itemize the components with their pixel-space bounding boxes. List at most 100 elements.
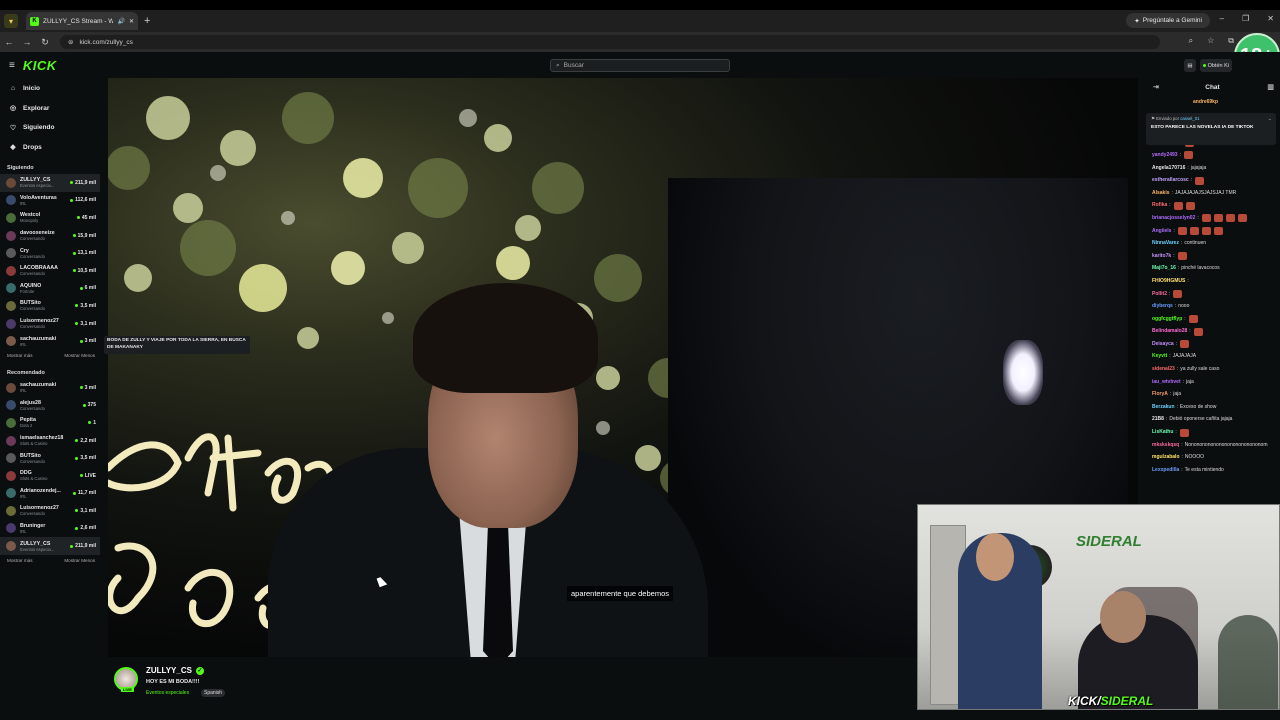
- tab-search-button[interactable]: ▾: [4, 14, 18, 28]
- site-info-icon[interactable]: ⊜: [68, 38, 73, 46]
- layout-icon[interactable]: ▤: [1184, 59, 1196, 72]
- header-actions: ▤ Obtén Ki: [1184, 59, 1232, 72]
- restore-icon[interactable]: ❐: [1242, 14, 1249, 23]
- chat-username[interactable]: Belindamalo28: [1152, 329, 1187, 334]
- sidebar-channel[interactable]: sachauzumaki IRL 3 mil: [0, 332, 100, 350]
- webcam-banner: KICK/SIDERAL: [1068, 694, 1153, 708]
- chat-username[interactable]: Deisayca: [1152, 341, 1174, 347]
- chat-username[interactable]: iau_wtvbvet: [1152, 379, 1181, 385]
- nav-item-inicio[interactable]: ⌂ Inicio: [0, 79, 100, 99]
- chat-separator: :: [1187, 164, 1189, 171]
- chat-username[interactable]: sidenal23: [1152, 367, 1175, 372]
- pinned-collapse-icon[interactable]: ⌄: [1268, 116, 1272, 122]
- sidebar-channel[interactable]: alejus28 Conversando 375: [0, 397, 100, 415]
- reload-icon[interactable]: ↻: [36, 37, 54, 48]
- show-more-button[interactable]: Mostrar más: [7, 353, 33, 358]
- nav-label: Explorar: [23, 104, 50, 112]
- show-less-button[interactable]: Mostrar Menos: [64, 353, 95, 358]
- gemini-label: Pregúntale a Gemini: [1142, 17, 1202, 24]
- chat-text: jaja: [1186, 378, 1194, 385]
- sidebar-channel[interactable]: AQUINO Fortnite 6 mil: [0, 280, 100, 298]
- sidebar-channel[interactable]: ZULLYY_CS Eventos especia... 211,9 mil: [0, 537, 100, 555]
- chat-message: NinnaVarez: continuen: [1145, 237, 1280, 250]
- chat-username[interactable]: andre69kp: [1193, 99, 1218, 105]
- forward-icon[interactable]: →: [18, 37, 36, 47]
- chat-username[interactable]: mgulzabalo: [1152, 455, 1180, 460]
- new-tab-button[interactable]: +: [144, 15, 150, 27]
- sidebar-channel[interactable]: Cry Conversando 13,1 mil: [0, 244, 100, 262]
- sidebar-channel[interactable]: Bruninger IRL 2,6 mil: [0, 520, 100, 538]
- nav-item-drops[interactable]: ◆ Drops: [0, 138, 100, 158]
- nav-item-siguiendo[interactable]: ♡ Siguiendo: [0, 118, 100, 138]
- sidebar-channel[interactable]: ZULLYY_CS Eventos especia... 211,9 mil: [0, 174, 100, 192]
- sidebar-channel[interactable]: BUTSito Conversando 3,5 mil: [0, 449, 100, 467]
- menu-icon[interactable]: ≡: [9, 60, 15, 71]
- chat-username[interactable]: FHIO9HGMUS: [1152, 278, 1185, 284]
- chat-username[interactable]: FloryA: [1152, 392, 1168, 397]
- sidebar-channel[interactable]: sachauzumaki IRL 3 mil: [0, 379, 100, 397]
- close-window-icon[interactable]: ✕: [1267, 14, 1274, 23]
- sidebar-channel[interactable]: Adrianozendej... IRL 11,7 mil: [0, 485, 100, 503]
- sidebar-channel[interactable]: Luisormenoz27 Conversando 3,1 mil: [0, 502, 100, 520]
- zoom-icon[interactable]: ⌕: [1189, 36, 1193, 46]
- chat-username[interactable]: NinnaVarez: [1152, 241, 1179, 246]
- chat-username[interactable]: Alsakis: [1152, 190, 1170, 196]
- chat-username[interactable]: karito7k: [1152, 253, 1171, 259]
- channel-category: Conversando: [20, 405, 45, 411]
- chat-username[interactable]: LisKathu: [1152, 430, 1173, 435]
- chat-message: Alsakis: JAJAJAJAJSJAJSJAJ TMR: [1145, 187, 1280, 200]
- chat-emote-icon: [1193, 327, 1203, 336]
- screen-top-strip: [0, 0, 1280, 10]
- chat-username[interactable]: brianacjosselyn02: [1152, 215, 1195, 221]
- kick-logo[interactable]: KICK: [23, 58, 57, 73]
- chat-separator: :: [1181, 466, 1183, 473]
- bookmark-star-icon[interactable]: ☆: [1207, 36, 1214, 46]
- chat-username[interactable]: Angela170716: [1152, 165, 1185, 171]
- streamer-name[interactable]: ZULLYY_CS: [146, 666, 192, 675]
- chat-username[interactable]: estherallarcosc: [1152, 178, 1189, 183]
- chat-username[interactable]: Berzakun: [1152, 404, 1175, 410]
- chat-username[interactable]: Rofika: [1152, 203, 1167, 208]
- chat-username[interactable]: Angiiels: [1152, 228, 1171, 234]
- gemini-button[interactable]: ✦ Pregúntale a Gemini: [1126, 13, 1210, 28]
- chat-username[interactable]: 21B8: [1152, 417, 1164, 422]
- pinned-user[interactable]: cassel_01: [1180, 116, 1199, 121]
- sidebar-channel[interactable]: davooxeneize Conversando 15,9 mil: [0, 227, 100, 245]
- sidebar-channel[interactable]: Westcol Monopoly 45 mil: [0, 209, 100, 227]
- nav-item-explorar[interactable]: ◎ Explorar: [0, 99, 100, 119]
- chat-username[interactable]: Keyvtt: [1152, 354, 1167, 359]
- sidebar-channel[interactable]: Pepita Dota 2 1: [0, 414, 100, 432]
- chat-username[interactable]: mkskskqsq: [1152, 442, 1179, 448]
- sidebar-channel[interactable]: BUTSito Conversando 3,5 mil: [0, 297, 100, 315]
- chat-username[interactable]: Maji7o_16: [1152, 266, 1176, 271]
- chat-username[interactable]: Lexxpedilla: [1152, 467, 1179, 473]
- stream-category[interactable]: Eventos especiales: [146, 690, 189, 696]
- sidebar-channel[interactable]: DDG Slots & Casino LIVE: [0, 467, 100, 485]
- sidebar-channel[interactable]: LACOBRAAAA Conversando 10,5 mil: [0, 262, 100, 280]
- sidebar-channel[interactable]: ismaelsanchez18 Slots & Casino 2,2 mil: [0, 432, 100, 450]
- chat-text: jajajaja: [1190, 164, 1207, 171]
- chat-message: Pollit2:: [1145, 288, 1280, 301]
- back-icon[interactable]: ←: [0, 37, 18, 47]
- collapse-chat-icon[interactable]: ⇥: [1153, 83, 1159, 91]
- chat-username[interactable]: oggfcggtflyp: [1152, 316, 1182, 322]
- get-kicks-button[interactable]: Obtén Ki: [1199, 59, 1232, 72]
- chat-username[interactable]: Pollit2: [1152, 291, 1167, 297]
- sidebar-channel[interactable]: Luisormenoz27 Conversando 3,1 mil: [0, 315, 100, 333]
- sidebar-channel[interactable]: VoloAventuras IRL 112,6 mil: [0, 192, 100, 210]
- show-less-button[interactable]: Mostrar Menos: [64, 558, 95, 563]
- show-more-button[interactable]: Mostrar más: [7, 558, 33, 563]
- url-field[interactable]: ⊜ kick.com/zullyy_cs: [60, 35, 1160, 49]
- chat-username[interactable]: yandy2493: [1152, 152, 1178, 158]
- chat-users-icon[interactable]: ▥: [1267, 83, 1274, 91]
- minimize-icon[interactable]: –: [1220, 14, 1224, 23]
- speaker-icon[interactable]: 🔊: [117, 18, 124, 25]
- search-input[interactable]: ⌕ Buscar: [550, 59, 730, 72]
- live-dot-icon: [88, 421, 92, 425]
- browser-tab[interactable]: K ZULLYY_CS Stream - Watch 🔊 ✕: [26, 12, 138, 30]
- close-tab-icon[interactable]: ✕: [129, 18, 134, 25]
- chat-username[interactable]: diyberqs: [1152, 304, 1173, 309]
- language-tag[interactable]: Spanish: [201, 689, 226, 697]
- chat-text: Te esta mintiendo: [1184, 466, 1224, 473]
- extensions-icon[interactable]: ⧉: [1228, 36, 1234, 46]
